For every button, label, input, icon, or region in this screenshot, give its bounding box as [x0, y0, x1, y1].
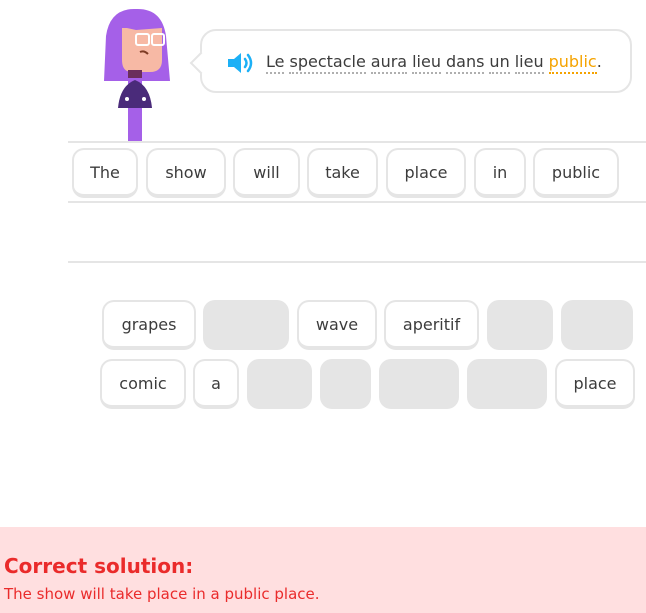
word-bank-tile[interactable]: aperitif — [384, 300, 479, 350]
prompt-word[interactable]: lieu — [514, 52, 544, 74]
prompt-word[interactable]: dans — [445, 52, 485, 74]
prompt-word[interactable]: spectacle — [289, 52, 366, 74]
word-bank-empty-slot — [561, 300, 633, 350]
word-bank-tile[interactable]: grapes — [102, 300, 196, 350]
prompt-word[interactable]: un — [489, 52, 510, 74]
correct-solution-text: The show will take place in a public pla… — [4, 585, 320, 603]
prompt-word[interactable]: aura — [370, 52, 408, 74]
correct-solution-title: Correct solution: — [4, 554, 194, 578]
word-bank-tile[interactable]: wave — [297, 300, 377, 350]
word-bank-tile[interactable]: place — [555, 359, 635, 409]
word-bank-empty-slot — [203, 300, 289, 350]
prompt-word[interactable]: Le — [266, 52, 285, 74]
answer-tile[interactable]: will — [233, 148, 300, 198]
word-bank-empty-slot — [487, 300, 553, 350]
answer-tile[interactable]: The — [72, 148, 138, 198]
word-bank-empty-slot — [320, 359, 371, 409]
answer-line-top — [68, 141, 646, 143]
answer-line-bottom — [68, 261, 646, 263]
lily-character-illustration — [104, 8, 170, 142]
word-bank-empty-slot — [379, 359, 459, 409]
prompt-word-highlighted[interactable]: public — [548, 52, 597, 74]
feedback-footer: Correct solution: The show will take pla… — [0, 527, 646, 613]
speaker-icon[interactable] — [226, 51, 256, 75]
answer-tile[interactable]: in — [474, 148, 526, 198]
answer-tile[interactable]: take — [307, 148, 378, 198]
answer-line-middle — [68, 201, 646, 203]
word-bank-empty-slot — [467, 359, 547, 409]
word-bank-empty-slot — [247, 359, 312, 409]
speech-bubble-tail — [189, 51, 213, 75]
answer-tile[interactable]: show — [146, 148, 226, 198]
word-bank-tile[interactable]: comic — [100, 359, 186, 409]
answer-tile[interactable]: public — [533, 148, 619, 198]
answer-tile[interactable]: place — [386, 148, 466, 198]
speech-bubble: Le spectacle aura lieu dans un lieu public. — [189, 29, 632, 93]
word-bank-tile[interactable]: a — [193, 359, 239, 409]
prompt-punctuation: . — [596, 52, 602, 71]
prompt-sentence: Le spectacle aura lieu dans un lieu public. — [266, 31, 602, 91]
prompt-word[interactable]: lieu — [412, 52, 441, 74]
